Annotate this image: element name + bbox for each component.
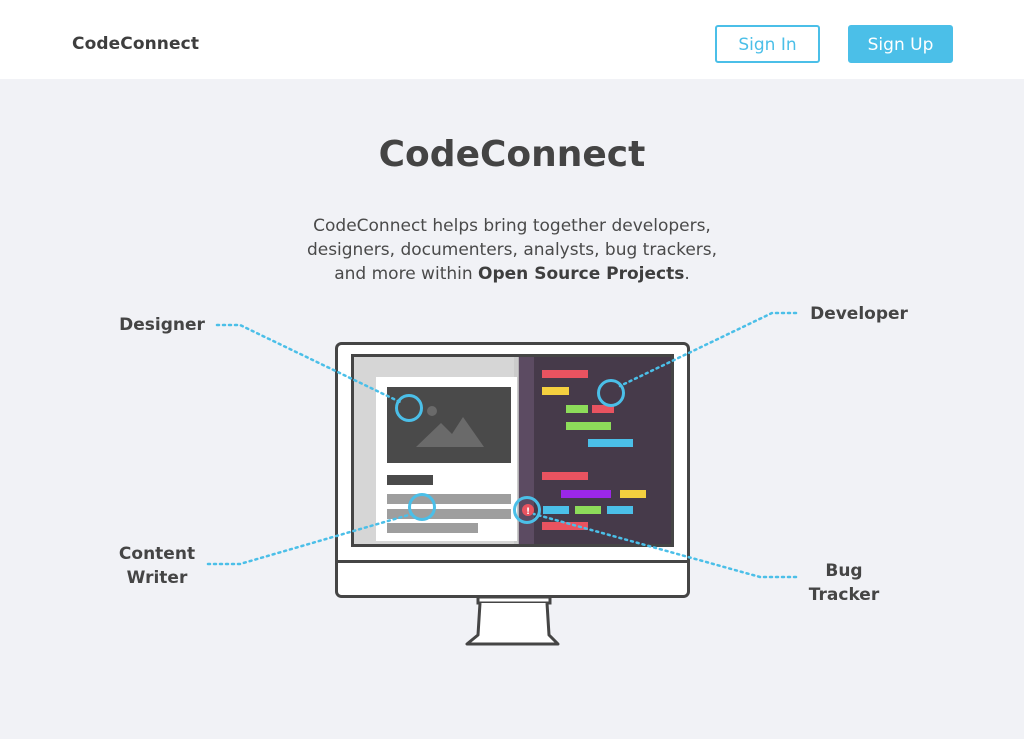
designer-label: Designer — [119, 315, 205, 335]
content-writer-line-1: Content — [118, 544, 196, 564]
content-writer-label: Content Writer — [104, 542, 210, 590]
monitor-stand — [465, 595, 560, 646]
developer-label: Developer — [810, 304, 908, 324]
monitor-illustration: ! — [206, 311, 798, 646]
bug-tracker-line-2: Tracker — [808, 585, 880, 605]
bug-tracker-label: Bug Tracker — [794, 559, 894, 607]
bug-alert-mark: ! — [526, 507, 530, 517]
image-placeholder-icon — [387, 387, 511, 463]
bug-tracker-line-1: Bug — [825, 561, 863, 581]
content-writer-line-2: Writer — [126, 568, 188, 588]
